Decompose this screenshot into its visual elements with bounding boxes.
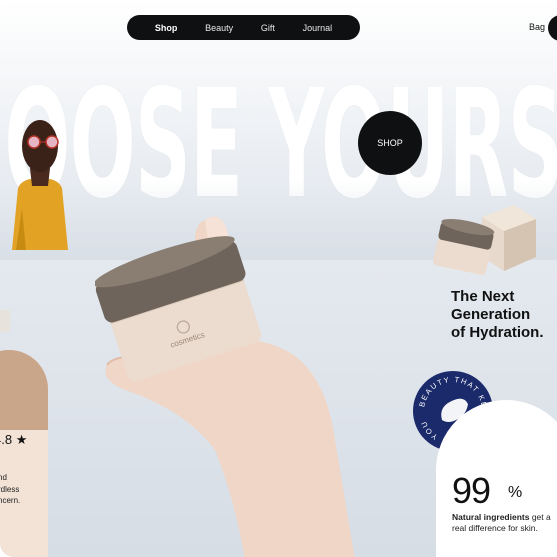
rating-card-line: ncern. xyxy=(0,496,21,506)
rating: 4.8 ★ xyxy=(0,432,27,448)
rating-card-text: nd rdless ncern. xyxy=(0,472,42,507)
tagline-line: of Hydration. xyxy=(451,324,544,341)
bag-link[interactable]: Bag xyxy=(529,22,545,32)
product-box-image xyxy=(433,205,536,275)
rating-value: 4.8 xyxy=(0,432,13,447)
tagline-line: Generation xyxy=(451,306,531,323)
stat-unit: % xyxy=(508,484,523,501)
tagline-line: The Next xyxy=(451,288,515,305)
main-nav: Shop Beauty Gift Journal xyxy=(127,15,360,40)
nav-item-gift[interactable]: Gift xyxy=(261,23,275,33)
landing-page: . Shop Beauty Gift Journal Bag HOOSE YOU… xyxy=(0,0,557,557)
model-photo xyxy=(12,120,68,250)
stat-description: Natural ingredients get a real differenc… xyxy=(452,512,552,535)
rating-card-line: rdless xyxy=(0,484,20,494)
rating-card-line: nd xyxy=(0,473,7,482)
nav-item-journal[interactable]: Journal xyxy=(303,23,333,33)
hand-holding-jar-image: cosmetics xyxy=(95,216,355,557)
rating-card xyxy=(0,350,48,557)
star-icon: ★ xyxy=(15,432,28,447)
bag-icon[interactable] xyxy=(548,15,557,41)
shop-button[interactable]: SHOP xyxy=(358,111,422,175)
nav-item-shop[interactable]: Shop xyxy=(155,23,178,33)
stat-value: 99 xyxy=(452,470,491,511)
stat-description-bold: Natural ingredients xyxy=(452,512,530,522)
rating-card-image xyxy=(0,350,48,430)
product-lid-fragment xyxy=(0,310,10,332)
nav-item-beauty[interactable]: Beauty xyxy=(205,23,233,33)
tagline: The Next Generation of Hydration. xyxy=(451,288,557,342)
